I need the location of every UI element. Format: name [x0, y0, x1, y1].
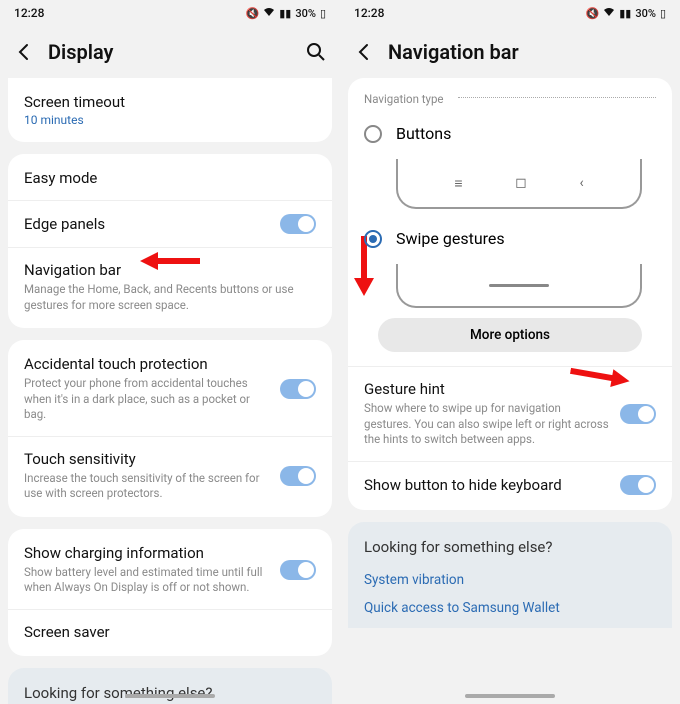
mute-icon: 🔇 — [586, 7, 600, 20]
radio-label: Buttons — [396, 124, 451, 143]
footer-title: Looking for something else? — [364, 538, 656, 556]
touch-protection-row[interactable]: Accidental touch protection Protect your… — [8, 342, 332, 436]
more-options-button[interactable]: More options — [378, 318, 642, 352]
gesture-hint-toggle[interactable] — [620, 404, 656, 424]
footer-link-vibration[interactable]: System vibration — [364, 566, 656, 594]
page-title: Navigation bar — [388, 40, 666, 64]
hint-arrow-icon — [140, 250, 200, 272]
row-label: Easy mode — [24, 169, 316, 187]
edge-panels-row[interactable]: Edge panels — [8, 200, 332, 247]
battery-text: 30% — [295, 7, 316, 20]
settings-list: Navigation type Buttons ≡ ◻ ‹ Swipe gest… — [340, 78, 680, 704]
row-sub: Manage the Home, Back, and Recents butto… — [24, 282, 316, 313]
row-value: 10 minutes — [24, 113, 316, 127]
navigation-bar-screen: 12:28 🔇 ▮▮ 30% ▯ Navigation bar Navigati… — [340, 0, 680, 704]
swipe-radio[interactable] — [364, 230, 382, 248]
footer-card: Looking for something else? — [8, 668, 332, 704]
gesture-bar-icon — [489, 284, 549, 287]
back-button[interactable] — [354, 42, 374, 62]
row-label: Screen saver — [24, 623, 316, 641]
radio-label: Swipe gestures — [396, 229, 505, 248]
footer-title: Looking for something else? — [24, 684, 316, 702]
status-time: 12:28 — [354, 6, 384, 20]
gesture-handle[interactable] — [465, 694, 555, 698]
swipe-preview — [396, 264, 642, 308]
row-label: Screen timeout — [24, 93, 316, 111]
footer-card: Looking for something else? System vibra… — [348, 522, 672, 628]
gesture-hint-row[interactable]: Gesture hint Show where to swipe up for … — [348, 366, 672, 461]
gesture-handle[interactable] — [125, 694, 215, 698]
footer-link-wallet[interactable]: Quick access to Samsung Wallet — [364, 594, 656, 622]
card: Show charging information Show battery l… — [8, 529, 332, 656]
charging-info-row[interactable]: Show charging information Show battery l… — [8, 531, 332, 609]
screen-saver-row[interactable]: Screen saver — [8, 609, 332, 654]
home-icon: ◻ — [515, 175, 527, 191]
battery-icon: ▯ — [320, 7, 326, 20]
touch-sensitivity-row[interactable]: Touch sensitivity Increase the touch sen… — [8, 436, 332, 515]
back-button[interactable] — [14, 42, 34, 62]
wifi-icon — [263, 7, 275, 20]
recents-icon: ≡ — [454, 175, 462, 192]
status-right: 🔇 ▮▮ 30% ▯ — [586, 7, 666, 20]
settings-list: Screen timeout 10 minutes Easy mode Edge… — [0, 78, 340, 704]
card: Screen timeout 10 minutes — [8, 78, 332, 142]
battery-icon: ▯ — [660, 7, 666, 20]
status-right: 🔇 ▮▮ 30% ▯ — [246, 7, 326, 20]
section-label: Navigation type — [348, 80, 672, 114]
search-button[interactable] — [306, 42, 326, 62]
row-sub: Show battery level and estimated time un… — [24, 565, 270, 596]
signal-icon: ▮▮ — [619, 7, 631, 20]
battery-text: 30% — [635, 7, 656, 20]
card: Easy mode Edge panels Navigation bar Man… — [8, 154, 332, 328]
screen-timeout-row[interactable]: Screen timeout 10 minutes — [8, 80, 332, 140]
row-sub: Protect your phone from accidental touch… — [24, 376, 270, 423]
back-nav-icon: ‹ — [579, 175, 583, 191]
row-sub: Show where to swipe up for navigation ge… — [364, 401, 610, 448]
touch-protection-toggle[interactable] — [280, 379, 316, 399]
hide-keyboard-toggle[interactable] — [620, 475, 656, 495]
display-settings-screen: 12:28 🔇 ▮▮ 30% ▯ Display Screen timeout … — [0, 0, 340, 704]
touch-sensitivity-toggle[interactable] — [280, 466, 316, 486]
status-time: 12:28 — [14, 6, 44, 20]
row-label: Accidental touch protection — [24, 355, 270, 373]
status-bar: 12:28 🔇 ▮▮ 30% ▯ — [340, 0, 680, 24]
charging-info-toggle[interactable] — [280, 560, 316, 580]
wifi-icon — [603, 7, 615, 20]
row-label: Touch sensitivity — [24, 450, 270, 468]
mute-icon: 🔇 — [246, 7, 260, 20]
easy-mode-row[interactable]: Easy mode — [8, 156, 332, 200]
status-bar: 12:28 🔇 ▮▮ 30% ▯ — [0, 0, 340, 24]
buttons-radio-row[interactable]: Buttons — [348, 114, 672, 153]
page-title: Display — [48, 40, 292, 64]
row-label: Show charging information — [24, 544, 270, 562]
row-label: Show button to hide keyboard — [364, 476, 610, 494]
nav-type-card: Navigation type Buttons ≡ ◻ ‹ Swipe gest… — [348, 78, 672, 510]
card: Accidental touch protection Protect your… — [8, 340, 332, 517]
navigation-bar-row[interactable]: Navigation bar Manage the Home, Back, an… — [8, 247, 332, 326]
hide-keyboard-row[interactable]: Show button to hide keyboard — [348, 461, 672, 508]
row-label: Edge panels — [24, 215, 270, 233]
signal-icon: ▮▮ — [279, 7, 291, 20]
page-header: Navigation bar — [340, 24, 680, 78]
swipe-radio-row[interactable]: Swipe gestures — [348, 219, 672, 258]
row-label: Gesture hint — [364, 380, 610, 398]
buttons-radio[interactable] — [364, 125, 382, 143]
edge-panels-toggle[interactable] — [280, 214, 316, 234]
row-sub: Increase the touch sensitivity of the sc… — [24, 471, 270, 502]
buttons-preview: ≡ ◻ ‹ — [396, 159, 642, 209]
page-header: Display — [0, 24, 340, 78]
